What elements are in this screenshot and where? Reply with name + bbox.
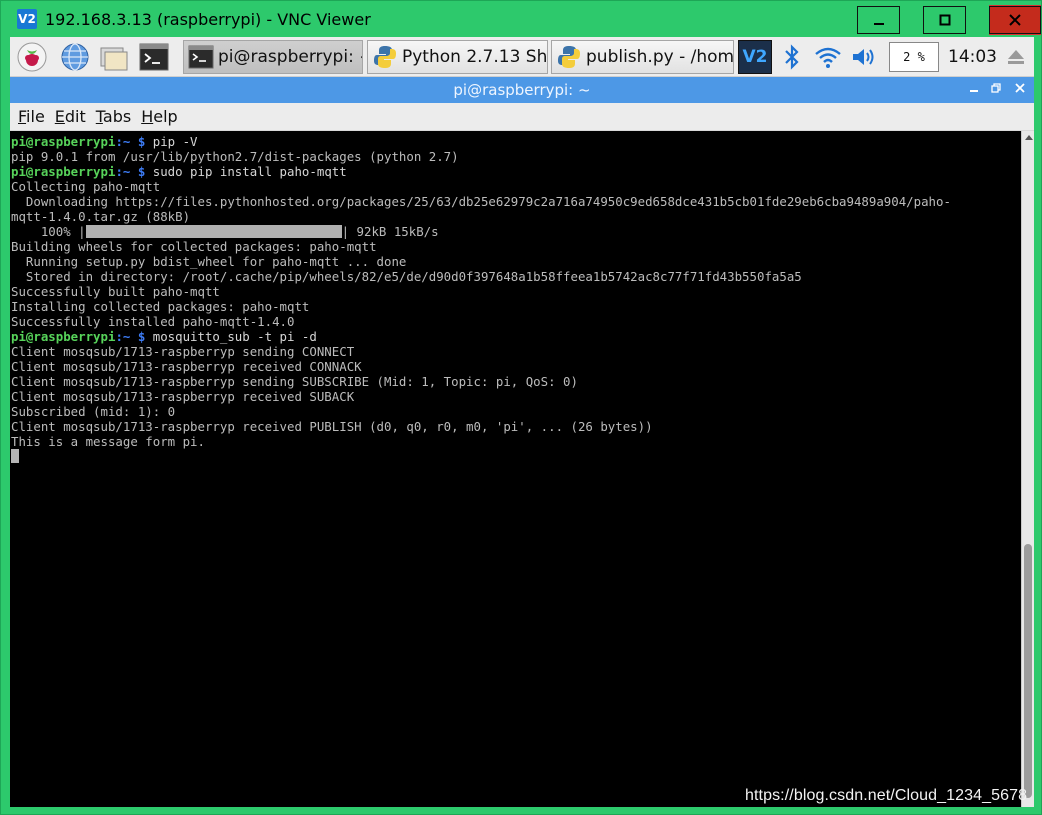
terminal-cursor-line: [11, 449, 951, 464]
terminal-output-line: mqtt-1.4.0.tar.gz (88kB): [11, 209, 191, 224]
prompt-user: pi@raspberrypi: [11, 164, 116, 179]
task-label: pi@raspberrypi: ~: [218, 47, 363, 67]
cpu-usage-monitor[interactable]: 2 %: [889, 42, 939, 72]
terminal-output-line: Client mosqsub/1713-raspberryp received …: [11, 419, 653, 434]
terminal-output-line: Successfully built paho-mqtt: [11, 284, 220, 299]
watermark: https://blog.csdn.net/Cloud_1234_5678: [745, 787, 1028, 804]
raspberry-menu-icon[interactable]: [16, 41, 48, 73]
terminal-lines: pi@raspberrypi:~ $ pip -V pip 9.0.1 from …: [11, 134, 951, 464]
terminal-output-line: pip 9.0.1 from /usr/lib/python2.7/dist-p…: [11, 149, 459, 164]
terminal-output-line: Subscribed (mid: 1): 0: [11, 404, 176, 419]
minimize-icon: [970, 90, 978, 92]
prompt-path: :~ $: [115, 134, 146, 149]
prompt-command: pip -V: [145, 134, 198, 149]
maximize-button[interactable]: [923, 5, 966, 35]
terminal-output-line: Stored in directory: /root/.cache/pip/wh…: [11, 269, 802, 284]
menu-help[interactable]: Help: [141, 107, 177, 126]
task-python-shell[interactable]: Python 2.7.13 Shell: [367, 40, 548, 74]
terminal-output-line: Running setup.py bdist_wheel for paho-mq…: [11, 254, 407, 269]
terminal-output-line: Successfully installed paho-mqtt-1.4.0: [11, 314, 295, 329]
progress-rate: | 92kB 15kB/s: [341, 224, 439, 239]
restore-icon: [991, 83, 1001, 93]
terminal-output-line: Installing collected packages: paho-mqtt: [11, 299, 310, 314]
vnc-titlebar[interactable]: V2 192.168.3.13 (raspberrypi) - VNC View…: [1, 1, 1042, 37]
terminal-minimize-button[interactable]: [962, 77, 986, 103]
terminal-maximize-button[interactable]: [984, 77, 1008, 103]
bluetooth-icon[interactable]: [776, 41, 808, 73]
terminal-output-line: Client mosqsub/1713-raspberryp received …: [11, 359, 362, 374]
terminal-prompt-line: pi@raspberrypi:~ $ mosquitto_sub -t pi -…: [11, 329, 951, 344]
clock[interactable]: 14:03: [948, 47, 997, 67]
progress-percent: 100% |: [11, 224, 86, 239]
terminal-prompt-line: pi@raspberrypi:~ $ pip -V: [11, 134, 951, 149]
python-icon: [374, 46, 396, 68]
terminal-output-line: Collecting paho-mqtt: [11, 179, 161, 194]
menu-tabs[interactable]: Tabs: [96, 107, 131, 126]
vnc-server-icon[interactable]: V2: [738, 40, 772, 74]
web-browser-icon[interactable]: [59, 41, 91, 73]
vnc-viewer-window: V2 192.168.3.13 (raspberrypi) - VNC View…: [0, 0, 1042, 815]
window-title: 192.168.3.13 (raspberrypi) - VNC Viewer: [45, 10, 371, 29]
taskbar: pi@raspberrypi: ~ Python 2.7.13 Shell pu…: [10, 37, 1034, 77]
terminal-icon[interactable]: [138, 41, 170, 73]
terminal-output[interactable]: pi@raspberrypi:~ $ pip -V pip 9.0.1 from …: [10, 131, 1021, 807]
minimize-icon: [873, 23, 884, 25]
terminal-scrollbar[interactable]: [1021, 131, 1034, 807]
maximize-icon: [939, 14, 950, 26]
task-publish-py[interactable]: publish.py - /home...: [551, 40, 734, 74]
menu-file[interactable]: File: [18, 107, 45, 126]
prompt-path: :~ $: [115, 164, 146, 179]
close-icon: [1009, 14, 1021, 26]
terminal-icon: [188, 45, 214, 69]
vnc-logo-icon: V2: [17, 9, 37, 29]
task-terminal[interactable]: pi@raspberrypi: ~: [183, 40, 363, 74]
prompt-command: sudo pip install paho-mqtt: [145, 164, 347, 179]
scroll-up-icon[interactable]: [1025, 135, 1033, 140]
terminal-title: pi@raspberrypi: ~: [453, 81, 591, 99]
python-icon: [558, 46, 580, 68]
prompt-command: mosquitto_sub -t pi -d: [145, 329, 317, 344]
task-label: publish.py - /home...: [586, 47, 734, 67]
prompt-user: pi@raspberrypi: [11, 134, 116, 149]
wifi-icon[interactable]: [812, 41, 844, 73]
task-label: Python 2.7.13 Shell: [402, 47, 548, 67]
terminal-menubar: File Edit Tabs Help: [10, 103, 1034, 131]
close-icon: [1015, 83, 1025, 93]
prompt-user: pi@raspberrypi: [11, 329, 116, 344]
terminal-output-line: Client mosqsub/1713-raspberryp sending C…: [11, 344, 355, 359]
volume-icon[interactable]: [848, 41, 880, 73]
terminal-output-line: This is a message form pi.: [11, 434, 205, 449]
text-cursor: [11, 449, 19, 463]
remote-desktop[interactable]: pi@raspberrypi: ~ Python 2.7.13 Shell pu…: [10, 37, 1034, 807]
eject-icon[interactable]: [1000, 41, 1032, 73]
terminal-output-line: Client mosqsub/1713-raspberryp received …: [11, 389, 355, 404]
file-manager-icon[interactable]: [98, 41, 130, 73]
download-progress-line: 100% | | 92kB 15kB/s: [11, 224, 951, 239]
menu-edit[interactable]: Edit: [55, 107, 86, 126]
terminal-prompt-line: pi@raspberrypi:~ $ sudo pip install paho…: [11, 164, 951, 179]
terminal-close-button[interactable]: [1008, 77, 1032, 103]
terminal-output-line: Client mosqsub/1713-raspberryp sending S…: [11, 374, 578, 389]
download-progress-bar: [85, 225, 342, 238]
terminal-output-line: Building wheels for collected packages: …: [11, 239, 377, 254]
minimize-button[interactable]: [857, 5, 900, 35]
prompt-path: :~ $: [115, 329, 146, 344]
scrollbar-thumb[interactable]: [1024, 544, 1032, 798]
terminal-titlebar[interactable]: pi@raspberrypi: ~: [10, 77, 1034, 103]
close-button[interactable]: [989, 5, 1041, 35]
terminal-output-line: Downloading https://files.pythonhosted.o…: [11, 194, 951, 209]
